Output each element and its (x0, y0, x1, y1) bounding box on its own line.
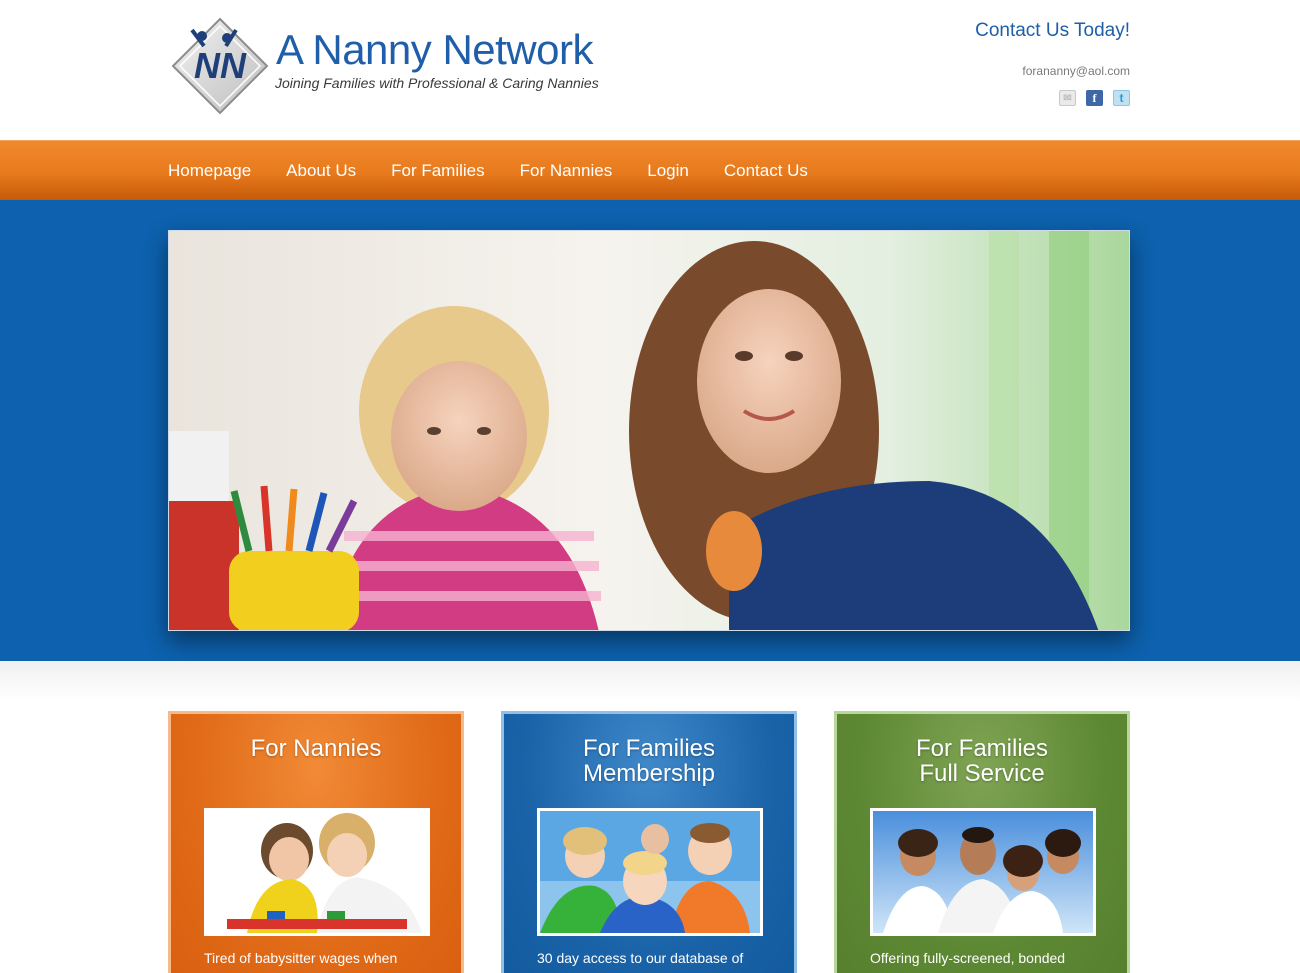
card-photo (204, 808, 430, 936)
nav-item-about-us[interactable]: About Us (286, 161, 356, 181)
logo-mark-icon: NN (171, 17, 269, 115)
nav-item-login[interactable]: Login (647, 161, 689, 181)
logo-title: A Nanny Network (276, 26, 593, 73)
card-photo (870, 808, 1096, 936)
site-logo[interactable]: NN A Nanny Network Joining Families with… (170, 16, 610, 120)
main-nav: Homepage About Us For Families For Nanni… (0, 140, 1300, 200)
card-for-nannies[interactable]: For Nannies Tired of babysitter wages wh… (168, 711, 464, 973)
nav-item-contact-us[interactable]: Contact Us (724, 161, 808, 181)
card-title: For Families Membership (582, 735, 716, 787)
hero-banner (0, 200, 1300, 661)
card-families-membership[interactable]: For Families Membership 30 day access to… (501, 711, 797, 973)
twitter-icon[interactable]: t (1113, 90, 1130, 106)
card-text: Tired of babysitter wages when (204, 950, 398, 966)
contact-email[interactable]: forananny@aol.com (975, 64, 1130, 78)
card-text: 30 day access to our database of (537, 950, 744, 966)
nav-item-for-nannies[interactable]: For Nannies (520, 161, 613, 181)
nav-item-homepage[interactable]: Homepage (168, 161, 251, 181)
card-text: Offering fully-screened, bonded (870, 950, 1066, 966)
card-photo (537, 808, 763, 936)
nav-item-for-families[interactable]: For Families (391, 161, 485, 181)
contact-block: Contact Us Today! forananny@aol.com ✉ f … (975, 20, 1130, 106)
logo-tagline: Joining Families with Professional & Car… (275, 75, 599, 91)
card-families-full-service[interactable]: For Families Full Service Offering fully… (834, 711, 1130, 973)
social-links: ✉ f t (975, 90, 1130, 106)
contact-heading[interactable]: Contact Us Today! (975, 20, 1130, 42)
site-header: NN A Nanny Network Joining Families with… (0, 0, 1300, 140)
facebook-icon[interactable]: f (1086, 90, 1103, 106)
svg-text:NN: NN (194, 45, 247, 86)
card-title: For Nannies (250, 735, 382, 762)
card-title: For Families Full Service (915, 735, 1048, 787)
mail-icon[interactable]: ✉ (1059, 90, 1076, 106)
hero-photo (168, 230, 1130, 631)
feature-cards: For Nannies Tired of babysitter wages wh… (0, 661, 1300, 973)
